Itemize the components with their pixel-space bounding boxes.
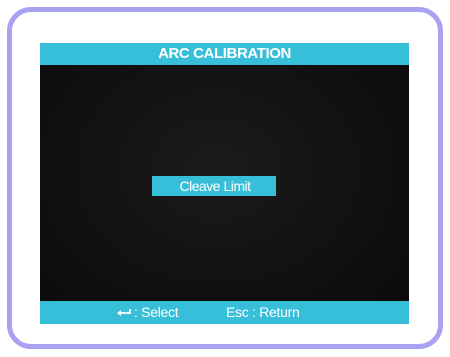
menu-item-cleave-limit[interactable]: Cleave Limit xyxy=(152,176,276,196)
menu-item-label: Cleave Limit xyxy=(179,178,251,194)
return-hint-label: Esc : Return xyxy=(226,304,300,320)
footer-bar: : Select Esc : Return xyxy=(40,301,409,324)
screen-title: ARC CALIBRATION xyxy=(158,45,291,62)
select-hint: : Select xyxy=(116,301,179,324)
return-hint: Esc : Return xyxy=(226,301,300,324)
select-hint-label: : Select xyxy=(134,304,179,320)
lcd-screen: ARC CALIBRATION Cleave Limit : Select Es… xyxy=(40,43,409,324)
enter-icon xyxy=(116,301,132,324)
title-bar: ARC CALIBRATION xyxy=(40,43,409,65)
